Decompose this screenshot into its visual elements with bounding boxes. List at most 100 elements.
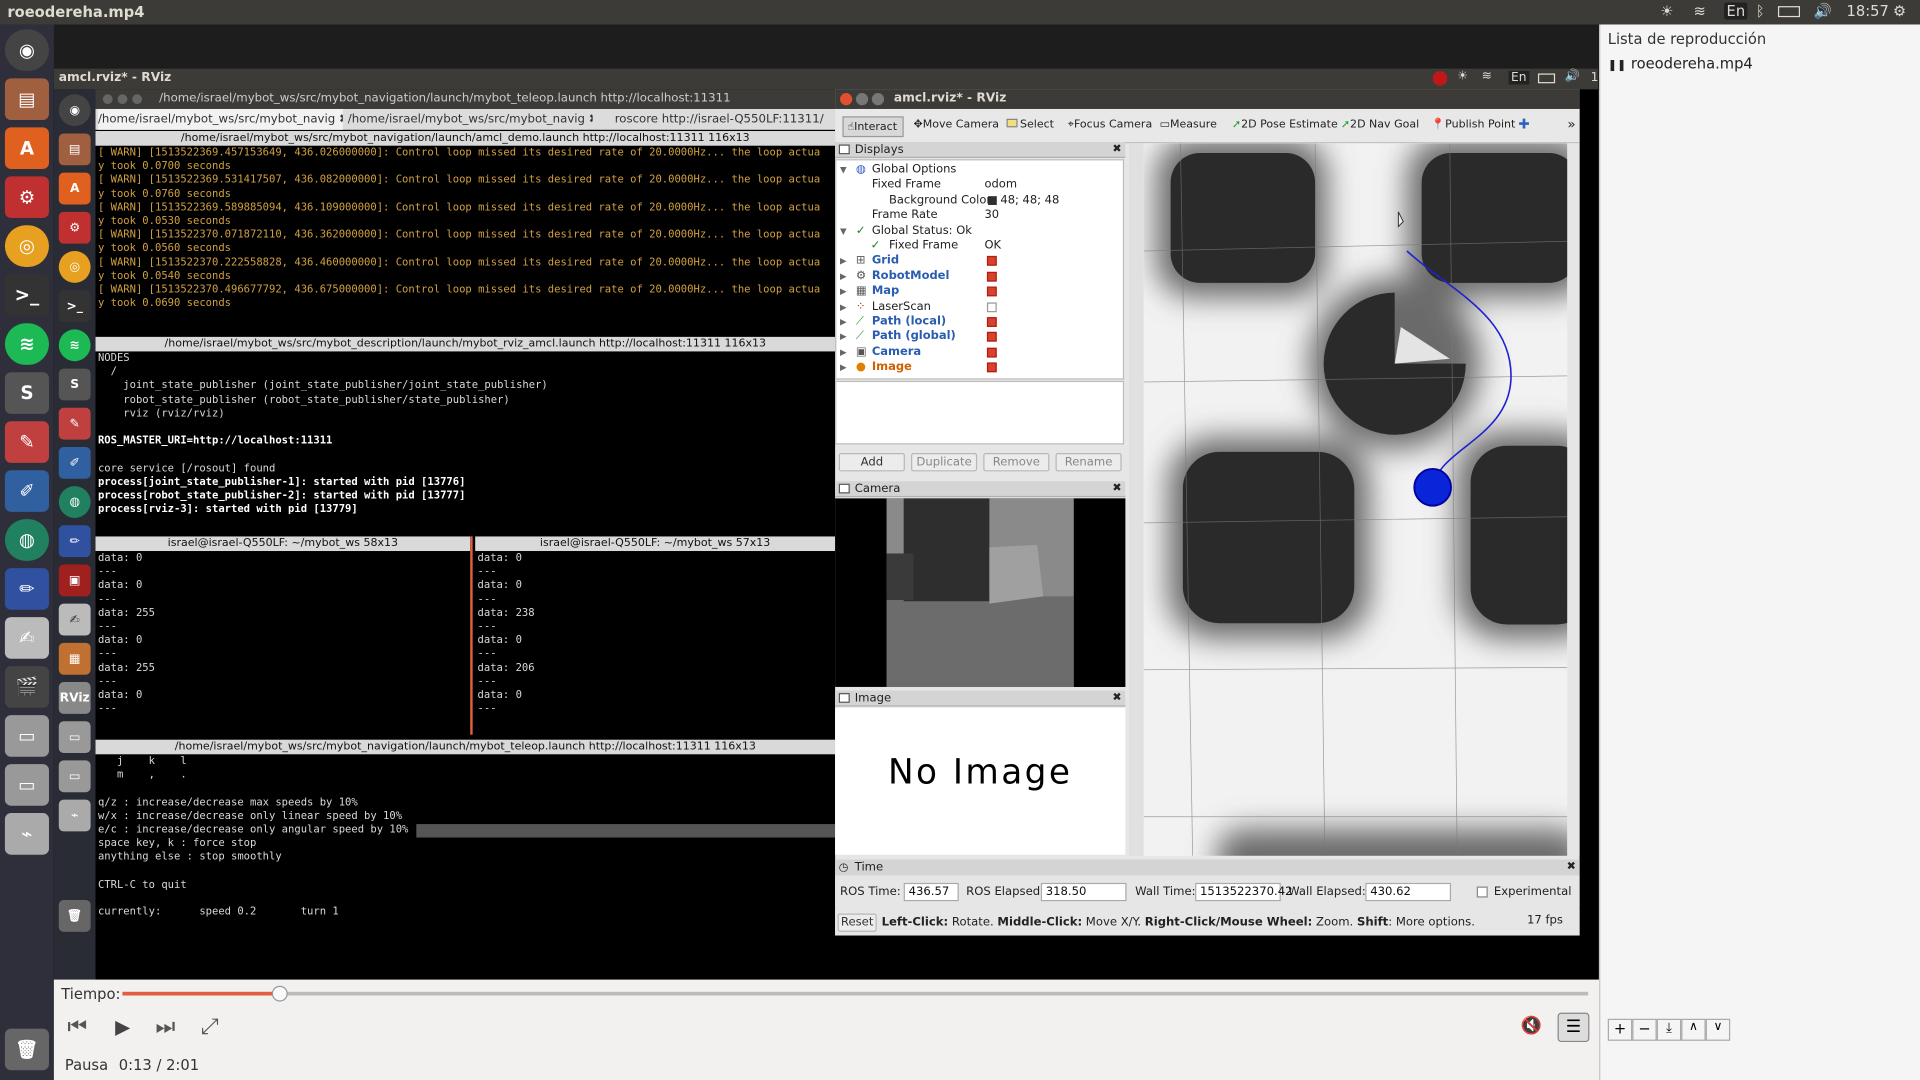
screen-recorder-icon-inner[interactable]: ▣ [58,564,91,597]
volume-icon[interactable]: 🔊 [1813,2,1831,19]
reset-button[interactable]: Reset [837,913,877,932]
expand-arrow-icon[interactable]: ▶ [840,360,847,375]
files-icon[interactable]: ▤ [4,78,49,121]
gear-icon[interactable]: ⚙ [1893,2,1906,19]
brightness-icon[interactable]: ☀ [1660,2,1673,19]
globe-app-icon-inner[interactable]: ◍ [58,486,91,518]
expand-arrow-icon[interactable]: ▶ [840,330,847,345]
3d-view[interactable] [1143,143,1568,856]
playlist-toggle-icon[interactable]: ☰ [1557,1012,1590,1043]
spotify-icon-inner[interactable]: ≋ [58,329,91,362]
display-item[interactable]: ▶ ⁘ LaserScan [836,300,1123,315]
terminal-pane-right[interactable]: israel@israel-Q550LF: ~/mybot_ws 57x13 d… [475,536,836,735]
interact-tool[interactable]: ☝Interact [842,116,904,138]
bluetooth-icon[interactable]: ᛒ [1756,2,1765,19]
spotify-icon[interactable]: ≋ [4,323,49,365]
text-editor-icon-inner[interactable]: ✍ [58,603,91,636]
close-tab-icon[interactable]: ✖ [589,113,593,126]
settings-icon[interactable]: ⚙ [4,176,49,218]
draw-icon[interactable]: ✏ [4,568,49,610]
inkscape-icon-inner[interactable]: ✎ [58,407,91,440]
expand-arrow-icon[interactable]: ▶ [840,254,847,269]
display-item[interactable]: ▶ ● Image [836,360,1123,375]
display-item[interactable]: ▶ ⊞ Grid [836,254,1123,269]
play-icon[interactable]: ▶ [115,1015,130,1038]
wall-elapsed-field[interactable]: 430.62 [1365,882,1452,902]
move-up-icon[interactable]: ∧ [1681,1018,1706,1041]
display-item[interactable]: ✓ Fixed Frame OK [836,239,1123,254]
sublime-icon[interactable]: S [4,372,49,414]
ubuntu-dash-icon-inner[interactable]: ◉ [58,94,91,127]
software-center-icon-inner[interactable]: A [58,172,91,205]
display-checkbox[interactable] [986,256,997,267]
terminal-tab-3[interactable]: roscore http://israel-Q550LF:11311/ [598,109,833,130]
display-item[interactable]: ▶ ▣ Camera [836,345,1123,360]
display-item[interactable]: Fixed Frame odom [836,178,1123,193]
clock[interactable]: 18:57 [1847,2,1889,19]
display-item[interactable]: ▶ ⟋ Path (global) [836,330,1123,345]
drive-icon[interactable]: ▭ [4,715,49,757]
terminal-pane-left[interactable]: israel@israel-Q550LF: ~/mybot_ws 58x13 d… [95,536,473,735]
draw-icon-inner[interactable]: ✏ [58,525,91,558]
ros-time-field[interactable]: 436.57 [903,882,959,902]
display-checkbox[interactable] [986,347,997,358]
close-panel-icon[interactable]: ✖ [1112,691,1121,707]
expand-arrow-icon[interactable]: ▶ [840,345,847,360]
display-item[interactable]: ▶ ⚙ RobotModel [836,269,1123,284]
rviz-icon-inner[interactable]: RViz [58,682,91,714]
keyboard-layout-indicator[interactable]: En [1724,2,1748,20]
save-playlist-icon[interactable]: ⤓ [1656,1018,1682,1041]
seek-handle[interactable] [271,985,288,1002]
select-tool[interactable]: Select [1006,118,1054,131]
move-down-icon[interactable]: ∨ [1705,1018,1731,1041]
battery-icon[interactable] [1777,6,1801,18]
trash-icon-inner[interactable]: 🗑 [58,900,91,932]
expand-arrow-icon[interactable]: ▶ [840,269,847,284]
terminal-icon-inner[interactable]: >_ [58,290,91,323]
display-checkbox[interactable] [986,332,997,343]
experimental-checkbox[interactable] [1476,886,1488,898]
ubuntu-dash-icon[interactable]: ◉ [4,29,49,72]
display-item[interactable]: ■ Background Color 48; 48; 48 [836,193,1123,208]
skip-back-icon[interactable]: ⏮ [67,1014,87,1040]
playlist-item[interactable]: ❚❚ roeodereha.mp4 [1608,55,1753,72]
right-dock-handle[interactable] [1567,143,1580,856]
display-checkbox[interactable] [986,301,997,312]
measure-tool[interactable]: ▭Measure [1160,119,1217,131]
expand-arrow-icon[interactable]: ▼ [840,224,847,239]
remove-item-icon[interactable]: − [1632,1018,1657,1041]
drive-icon-inner[interactable]: ▭ [58,721,91,754]
camera-view[interactable] [835,498,1126,687]
wifi-icon[interactable]: ≋ [1693,2,1705,19]
terminal-pane-description[interactable]: /home/israel/mybot_ws/src/mybot_descript… [95,336,836,533]
display-item[interactable]: ▶ ⟋ Path (local) [836,315,1123,330]
minimize-icon[interactable] [117,94,128,105]
terminal-icon[interactable]: >_ [4,274,49,316]
close-panel-icon[interactable]: ✖ [1112,142,1121,158]
terminal-tab-1[interactable]: /home/israel/mybot_ws/src/mybot_navig ✖ [97,108,343,130]
sublime-icon-inner[interactable]: S [58,368,91,401]
paint-icon[interactable]: ✐ [4,470,49,512]
terminal-pane-teleop[interactable]: /home/israel/mybot_ws/src/mybot_navigati… [95,739,836,936]
expand-arrow-icon[interactable]: ▶ [840,315,847,330]
volume-icon-inner[interactable]: 🔊 [1565,70,1580,83]
rename-button[interactable]: Rename [1055,453,1122,472]
inkscape-icon[interactable]: ✎ [4,421,49,463]
pose-estimate-tool[interactable]: ➚2D Pose Estimate [1232,119,1338,131]
usb-icon[interactable]: ⌁ [4,813,49,855]
expand-arrow-icon[interactable]: ▶ [840,300,847,315]
remove-button[interactable]: Remove [983,453,1050,472]
package-icon-inner[interactable]: ▦ [58,642,91,675]
close-icon[interactable] [102,94,113,105]
battery-icon-inner[interactable] [1537,73,1556,84]
text-editor-icon[interactable]: ✍ [4,617,49,659]
focus-camera-tool[interactable]: ⌖Focus Camera [1068,119,1152,131]
trash-icon[interactable]: 🗑 [4,1028,49,1071]
software-center-icon[interactable]: A [4,127,49,169]
terminal-pane-amcl[interactable]: /home/israel/mybot_ws/src/mybot_navigati… [95,131,836,331]
move-camera-tool[interactable]: ✥Move Camera [913,119,999,131]
display-item[interactable]: ▶ ▦ Map [836,284,1123,299]
display-checkbox[interactable] [986,271,997,282]
ros-elapsed-field[interactable]: 318.50 [1040,882,1127,902]
close-icon[interactable] [840,93,853,106]
